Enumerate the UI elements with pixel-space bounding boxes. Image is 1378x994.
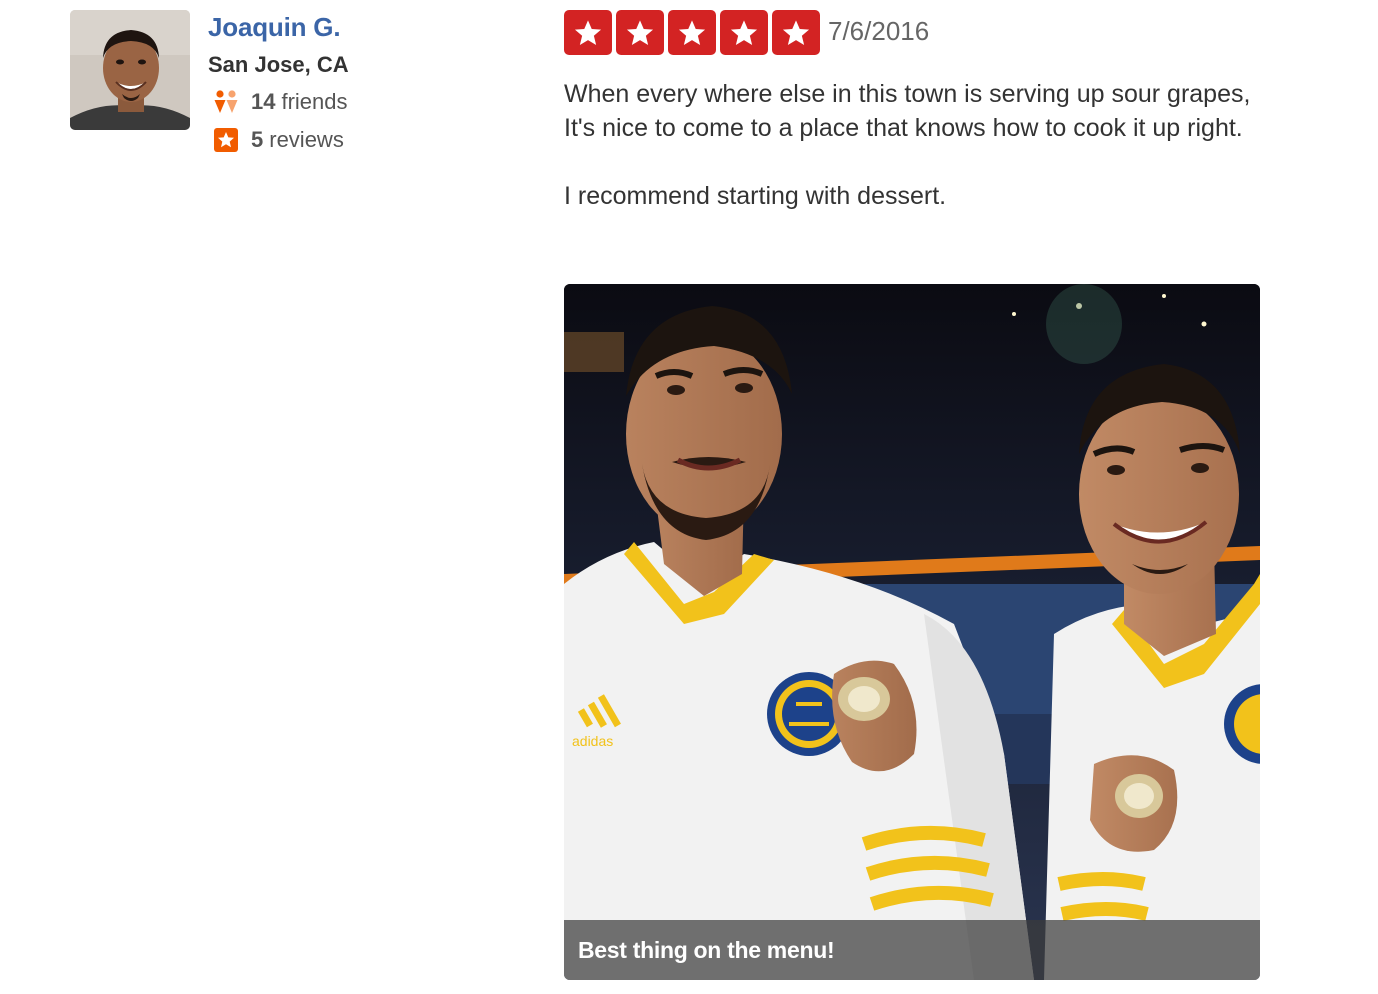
star-icon <box>574 19 602 45</box>
reviews-count-stat: 5 reviews <box>212 127 344 153</box>
review-paragraph: When every where else in this town is se… <box>564 80 1251 142</box>
reviewer-name-link[interactable]: Joaquin G. <box>208 12 341 43</box>
rating-star-box <box>564 10 612 55</box>
reviewer-avatar[interactable] <box>70 10 190 130</box>
rating-star-box <box>616 10 664 55</box>
review-photo[interactable]: adidas Best thing on the menu! <box>564 284 1260 980</box>
reviews-count: 5 <box>251 127 264 152</box>
friends-icon <box>212 89 240 115</box>
star-icon <box>678 19 706 45</box>
friends-count-stat: 14 friends <box>212 89 348 115</box>
review-paragraph: I recommend starting with dessert. <box>564 182 947 210</box>
rating-star-box <box>772 10 820 55</box>
photo-caption: Best thing on the menu! <box>578 936 835 963</box>
photo-image: adidas <box>564 284 1260 980</box>
review-date: 7/6/2016 <box>828 16 930 46</box>
jersey-brand-text: adidas <box>572 733 613 749</box>
photo-caption-bar: Best thing on the menu! <box>564 920 1260 980</box>
reviewer-location: San Jose, CA <box>208 52 349 77</box>
friends-count: 14 <box>251 89 276 114</box>
review-text: When every where else in this town is se… <box>564 77 1284 213</box>
star-rating <box>564 10 820 55</box>
star-badge-icon <box>212 127 240 153</box>
reviews-label: reviews <box>269 127 344 152</box>
rating-star-box <box>668 10 716 55</box>
review-card: Joaquin G. San Jose, CA 14 friends 5 rev… <box>0 0 1378 994</box>
star-icon <box>626 19 654 45</box>
star-icon <box>782 19 810 45</box>
star-icon <box>730 19 758 45</box>
friends-label: friends <box>281 89 348 114</box>
rating-star-box <box>720 10 768 55</box>
